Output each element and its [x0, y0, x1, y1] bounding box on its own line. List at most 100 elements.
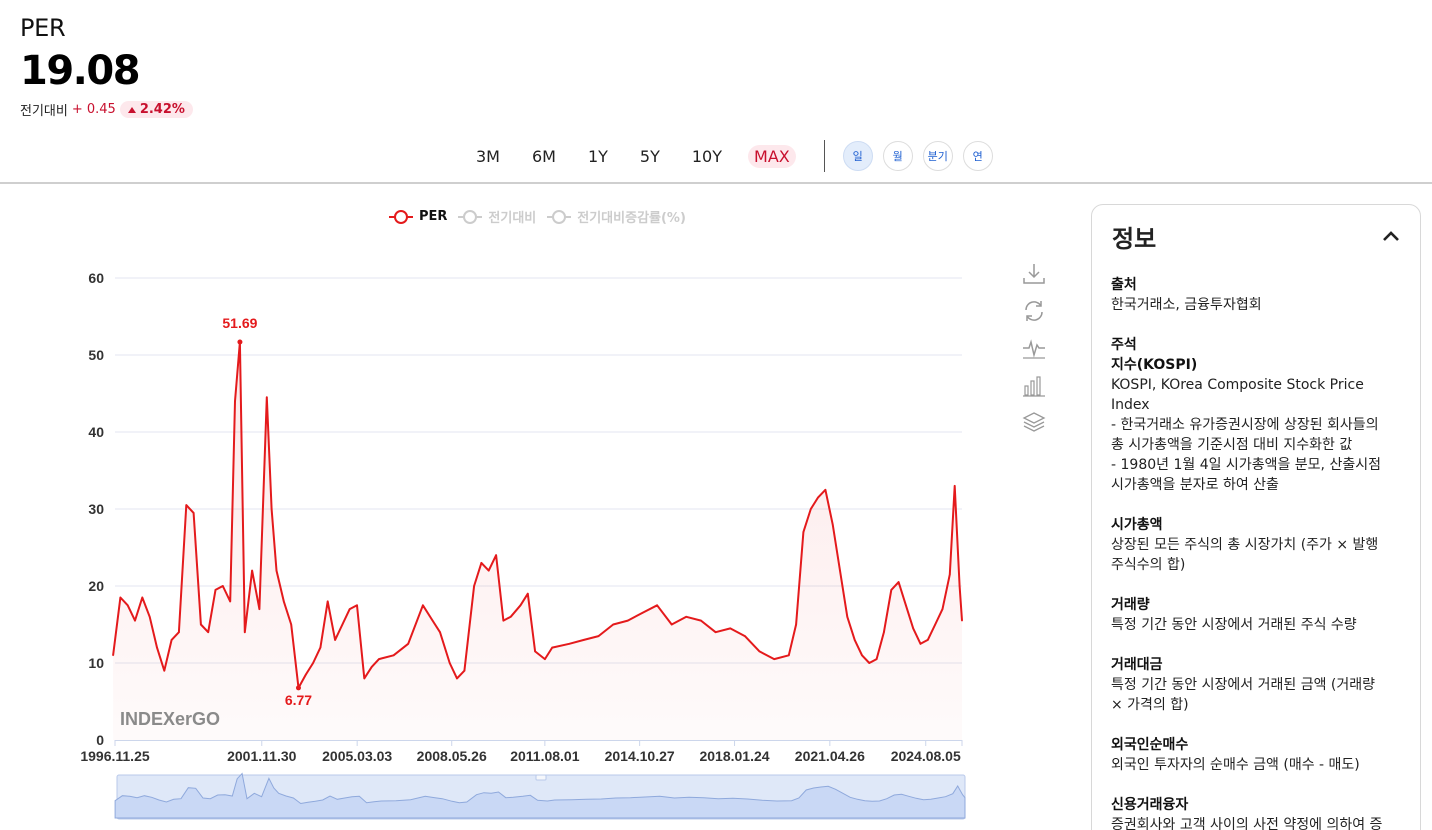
data-point [480, 562, 483, 564]
info-item-volume: 거래량 특정 기간 동안 시장에서 거래된 주식 수량 [1111, 595, 1400, 635]
data-point [912, 627, 914, 630]
y-tick-label: 0 [96, 732, 104, 748]
data-point [156, 646, 158, 649]
info-panel-body: 출처 한국거래소, 금융투자협회 주석 지수(KOSPI) KOSPI, KOr… [1092, 255, 1420, 830]
x-tick-label: 2011.08.01 [510, 748, 580, 764]
period-quarterly-button[interactable]: 분기 [922, 141, 953, 171]
data-point [283, 600, 285, 603]
data-point [627, 619, 629, 622]
per-line-chart[interactable]: 1996.11.25 2001.11.30 2005.03.03 2008.05.26… [0, 190, 1000, 830]
data-point [473, 585, 475, 587]
info-panel-header[interactable]: 정보 [1092, 205, 1420, 255]
bar-chart-icon[interactable] [1020, 371, 1048, 399]
data-point [141, 596, 144, 599]
info-key: 거래량 [1111, 597, 1150, 613]
data-point [463, 669, 466, 672]
data-point [244, 631, 246, 633]
data-point [258, 608, 261, 610]
data-point [810, 508, 812, 510]
info-key: 지수(KOSPI) [1111, 357, 1198, 373]
data-point [958, 585, 961, 587]
data-point [527, 592, 529, 595]
range-selector: 3M 6M 1Y 5Y 10Y MAX 일 월 분기 연 [470, 140, 1003, 172]
annotation-label: 6.77 [285, 692, 312, 708]
info-item-market-cap: 시가총액 상장된 모든 주식의 총 시장가치 (주가 × 발행 주식수의 합) [1111, 515, 1400, 575]
data-point [817, 496, 819, 499]
data-point [275, 569, 278, 572]
x-tick-label: 2024.08.05 [891, 748, 961, 764]
range-6m-button[interactable]: 6M [526, 145, 562, 168]
data-point [744, 635, 746, 637]
layers-icon[interactable] [1020, 408, 1048, 436]
data-point [439, 631, 441, 633]
data-point [729, 627, 732, 630]
annotation-label: 51.69 [222, 315, 257, 331]
info-key: 외국인순매수 [1111, 737, 1189, 753]
info-value: 특정 기간 동안 시장에서 거래된 주식 수량 [1111, 617, 1357, 633]
x-tick-label: 2005.03.03 [322, 748, 392, 764]
data-point [178, 631, 180, 633]
x-tick-label: 2008.05.26 [417, 748, 487, 764]
data-point [846, 616, 849, 618]
info-key: 거래대금 [1111, 657, 1163, 673]
data-point [927, 639, 929, 641]
data-point [392, 654, 395, 657]
info-value: KOSPI, KOrea Composite Stock Price Index… [1111, 377, 1381, 493]
annotation-marker [295, 685, 301, 691]
period-monthly-button[interactable]: 월 [882, 141, 913, 171]
data-point [356, 604, 358, 607]
data-point [934, 623, 936, 626]
x-tick-label: 2014.10.27 [605, 748, 675, 764]
data-point [456, 677, 458, 680]
data-point [448, 662, 451, 664]
data-point [961, 619, 963, 622]
period-yearly-button[interactable]: 연 [962, 141, 993, 171]
info-value: 상장된 모든 주식의 총 시장가치 (주가 × 발행 주식수의 합) [1111, 537, 1379, 573]
x-tick-label: 2018.01.24 [699, 748, 769, 764]
data-point [700, 619, 702, 622]
range-1y-button[interactable]: 1Y [582, 145, 614, 168]
data-point [126, 604, 129, 607]
data-point [509, 616, 512, 618]
info-item-notes: 주석 [1111, 335, 1400, 355]
y-tick-label: 30 [88, 501, 104, 517]
data-point [941, 608, 944, 610]
range-5y-button[interactable]: 5Y [634, 145, 666, 168]
period-daily-button[interactable]: 일 [842, 141, 873, 171]
data-point [685, 616, 688, 618]
header: PER 19.08 전기대비 + 0.45 2.42% [20, 14, 193, 119]
data-point [905, 604, 907, 607]
data-point [788, 654, 790, 657]
data-point [831, 523, 834, 526]
range-10y-button[interactable]: 10Y [686, 145, 728, 168]
data-point [583, 639, 585, 641]
info-panel: 정보 출처 한국거래소, 금융투자협회 주석 지수(KOSPI) KOSPI, … [1091, 204, 1421, 830]
range-max-button[interactable]: MAX [748, 144, 796, 168]
data-point [853, 639, 856, 641]
data-point [251, 569, 253, 572]
y-tick-label: 60 [88, 270, 104, 286]
data-point [407, 643, 410, 645]
data-point [487, 569, 490, 572]
download-icon[interactable] [1020, 260, 1048, 288]
data-point [795, 623, 797, 626]
info-item-source: 출처 한국거래소, 금융투자협회 [1111, 275, 1400, 315]
info-panel-title: 정보 [1112, 224, 1157, 253]
x-tick-label: 2021.04.26 [795, 748, 865, 764]
data-point [229, 600, 231, 603]
data-point [112, 654, 114, 657]
range-3m-button[interactable]: 3M [470, 145, 506, 168]
data-point [875, 658, 878, 660]
y-tick-label: 50 [88, 347, 104, 363]
data-point [431, 619, 434, 622]
data-point [773, 658, 775, 660]
data-point [502, 619, 505, 622]
y-tick-label: 10 [88, 655, 104, 671]
data-point [305, 673, 307, 676]
chevron-up-icon[interactable] [1382, 230, 1400, 242]
data-point [170, 639, 173, 641]
data-point [326, 600, 329, 603]
data-point [214, 589, 217, 591]
refresh-icon[interactable] [1020, 297, 1048, 325]
line-chart-icon[interactable] [1020, 334, 1048, 362]
